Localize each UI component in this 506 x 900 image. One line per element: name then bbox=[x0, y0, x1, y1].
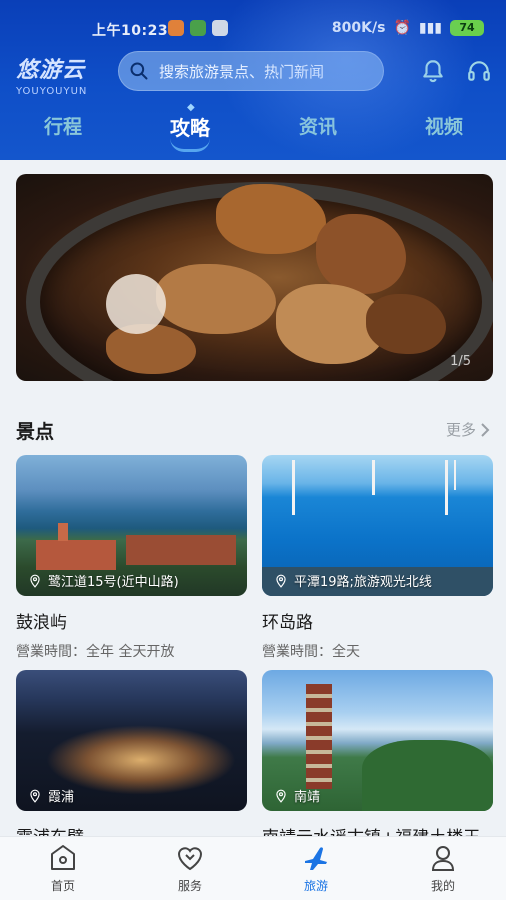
nav-label: 首页 bbox=[50, 879, 75, 893]
tab-active-indicator bbox=[170, 138, 210, 152]
attraction-card-huandao[interactable]: 平潭19路;旅游观光北线 环岛路 營業時間：全天 bbox=[262, 455, 493, 661]
home-icon bbox=[51, 845, 75, 870]
tab-label: 攻略 bbox=[170, 116, 210, 140]
app-header: 上午10:23 800K/s ⏰ ▮▮▮ 74 悠游云 YOUYOUYUN 搜索… bbox=[0, 0, 506, 160]
location-text: 鹭江道15号(近中山路) bbox=[48, 575, 179, 590]
profile-icon bbox=[431, 846, 455, 871]
more-label: 更多 bbox=[445, 421, 476, 439]
customer-service-button[interactable] bbox=[464, 56, 494, 86]
attraction-card-gulangyu[interactable]: 鹭江道15号(近中山路) 鼓浪屿 營業時間：全年 全天开放 bbox=[16, 455, 247, 661]
attractions-section-title: 景点 bbox=[16, 421, 55, 443]
location-pin-icon bbox=[30, 574, 40, 588]
tab-video[interactable]: 视频 bbox=[399, 112, 489, 139]
search-bar[interactable]: 搜索旅游景点、热门新闻 bbox=[118, 51, 384, 91]
airplane-icon bbox=[305, 847, 327, 870]
notification-app-icon bbox=[190, 20, 206, 36]
search-icon bbox=[130, 62, 148, 80]
network-speed: 800K/s bbox=[331, 20, 386, 36]
building-shape bbox=[36, 540, 116, 570]
notification-button[interactable] bbox=[418, 56, 448, 86]
attraction-card-nanjing[interactable]: 南靖 南靖云水谣古镇+福建土楼王… bbox=[262, 670, 493, 848]
tab-news[interactable]: 资讯 bbox=[273, 112, 363, 139]
service-heart-icon bbox=[177, 847, 203, 871]
attraction-location: 鹭江道15号(近中山路) bbox=[28, 571, 179, 590]
tab-itinerary[interactable]: 行程 bbox=[18, 112, 108, 139]
banner-pager: 1/5 bbox=[450, 354, 471, 369]
tab-guide[interactable]: ◆ 攻略 bbox=[145, 102, 235, 152]
location-text: 平潭19路;旅游观光北线 bbox=[294, 575, 432, 590]
nav-travel[interactable]: 旅游 bbox=[281, 843, 351, 894]
attraction-image: 平潭19路;旅游观光北线 bbox=[262, 455, 493, 596]
nav-service[interactable]: 服务 bbox=[155, 843, 225, 894]
wind-turbine-shape bbox=[372, 460, 375, 495]
wind-turbine-shape bbox=[445, 460, 448, 515]
nav-home[interactable]: 首页 bbox=[28, 843, 98, 894]
attraction-location: 平潭19路;旅游观光北线 bbox=[274, 571, 432, 590]
search-placeholder: 搜索旅游景点、热门新闻 bbox=[159, 62, 325, 81]
status-right: 800K/s ⏰ ▮▮▮ 74 bbox=[332, 20, 484, 36]
banner-carousel[interactable]: 1/5 bbox=[16, 174, 493, 381]
location-pin-icon bbox=[276, 789, 286, 803]
nav-label: 旅游 bbox=[303, 879, 328, 893]
logo-text: 悠游云 bbox=[16, 58, 86, 83]
attraction-hours: 營業時間：全年 全天开放 bbox=[16, 644, 175, 660]
attractions-more-link[interactable]: 更多 bbox=[446, 419, 490, 440]
nav-label: 我的 bbox=[430, 879, 455, 893]
banner-food-image bbox=[106, 274, 166, 334]
app-logo: 悠游云 YOUYOUYUN bbox=[16, 52, 112, 97]
attraction-image: 南靖 bbox=[262, 670, 493, 811]
attraction-name: 环岛路 bbox=[262, 613, 313, 633]
location-pin-icon bbox=[30, 789, 40, 803]
tab-label: 行程 bbox=[43, 116, 82, 138]
building-shape bbox=[126, 535, 236, 565]
building-shape bbox=[58, 523, 68, 541]
status-time: 上午10:23 bbox=[92, 23, 169, 39]
tree-shape bbox=[362, 740, 493, 811]
signal-icon: ▮▮▮ bbox=[418, 20, 442, 36]
tab-active-dot: ◆ bbox=[187, 102, 195, 113]
attraction-location: 霞浦 bbox=[28, 786, 74, 805]
attraction-name: 鼓浪屿 bbox=[16, 613, 67, 633]
attraction-location: 南靖 bbox=[274, 786, 320, 805]
status-notification-icons bbox=[168, 20, 228, 36]
notification-app-icon bbox=[168, 20, 184, 36]
attraction-image: 霞浦 bbox=[16, 670, 247, 811]
tab-label: 视频 bbox=[424, 116, 463, 138]
location-text: 南靖 bbox=[294, 790, 321, 805]
tab-label: 资讯 bbox=[298, 116, 337, 138]
city-lights-shape bbox=[46, 725, 236, 795]
location-text: 霞浦 bbox=[48, 790, 75, 805]
wind-turbine-shape bbox=[454, 460, 456, 490]
location-pin-icon bbox=[276, 574, 286, 588]
wind-turbine-shape bbox=[292, 460, 295, 515]
chevron-right-icon bbox=[481, 422, 490, 437]
bell-icon bbox=[423, 60, 443, 83]
bottom-navigation: 首页 服务 旅游 我的 bbox=[0, 836, 506, 900]
attraction-image: 鹭江道15号(近中山路) bbox=[16, 455, 247, 596]
battery-indicator: 74 bbox=[450, 20, 484, 36]
attraction-card-xiapu[interactable]: 霞浦 霞浦东壁 bbox=[16, 670, 247, 848]
nav-label: 服务 bbox=[177, 879, 202, 893]
top-tabs: 行程 ◆ 攻略 资讯 视频 bbox=[0, 102, 506, 152]
attraction-hours: 營業時間：全天 bbox=[262, 644, 360, 660]
notification-app-icon bbox=[212, 20, 228, 36]
nav-profile[interactable]: 我的 bbox=[408, 843, 478, 894]
logo-subtext: YOUYOUYUN bbox=[16, 86, 88, 97]
pagoda-shape bbox=[306, 684, 332, 789]
status-bar: 上午10:23 800K/s ⏰ ▮▮▮ 74 bbox=[0, 14, 506, 44]
alarm-icon: ⏰ bbox=[393, 20, 411, 36]
headset-icon bbox=[468, 61, 490, 81]
